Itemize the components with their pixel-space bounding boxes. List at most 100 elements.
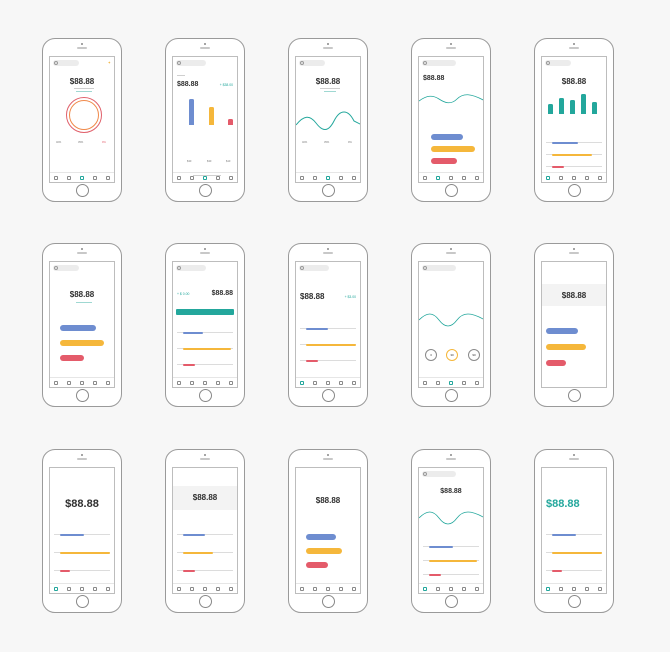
home-button[interactable] bbox=[444, 184, 458, 197]
profile-tab-icon[interactable] bbox=[474, 586, 479, 591]
home-button[interactable] bbox=[75, 389, 89, 402]
profile-tab-icon[interactable] bbox=[105, 586, 110, 591]
flag-tab-icon[interactable] bbox=[325, 380, 330, 385]
flag-tab-icon[interactable] bbox=[571, 586, 576, 591]
cards-tab-icon[interactable] bbox=[584, 586, 589, 591]
home-button[interactable] bbox=[198, 184, 212, 197]
account-switch-pill[interactable] bbox=[545, 60, 571, 66]
home-button[interactable] bbox=[198, 595, 212, 608]
flag-tab-icon[interactable] bbox=[448, 380, 453, 385]
cards-tab-icon[interactable] bbox=[338, 586, 343, 591]
stats-tab-icon[interactable] bbox=[436, 586, 441, 591]
option-circle-3[interactable]: 90 bbox=[468, 349, 480, 361]
category-chip-blue[interactable] bbox=[60, 325, 96, 331]
account-switch-pill[interactable] bbox=[53, 265, 79, 271]
stats-tab-icon[interactable] bbox=[559, 175, 564, 180]
stats-tab-icon[interactable] bbox=[190, 586, 195, 591]
profile-tab-icon[interactable] bbox=[105, 380, 110, 385]
flag-tab-icon[interactable] bbox=[448, 175, 453, 180]
flag-tab-icon[interactable] bbox=[79, 380, 84, 385]
stats-tab-icon[interactable] bbox=[67, 586, 72, 591]
home-tab-icon[interactable] bbox=[177, 586, 182, 591]
cards-tab-icon[interactable] bbox=[338, 380, 343, 385]
profile-tab-icon[interactable] bbox=[474, 380, 479, 385]
option-circle-2[interactable]: 30 bbox=[446, 349, 458, 361]
stats-tab-icon[interactable] bbox=[313, 175, 318, 180]
flag-tab-icon[interactable] bbox=[79, 586, 84, 591]
category-chip-yellow[interactable] bbox=[306, 548, 342, 554]
flag-tab-icon[interactable] bbox=[202, 175, 207, 180]
flag-tab-icon[interactable] bbox=[325, 175, 330, 180]
home-tab-icon[interactable] bbox=[546, 175, 551, 180]
cards-tab-icon[interactable] bbox=[92, 175, 97, 180]
cards-tab-icon[interactable] bbox=[215, 586, 220, 591]
home-button[interactable] bbox=[567, 389, 581, 402]
stats-tab-icon[interactable] bbox=[559, 586, 564, 591]
home-tab-icon[interactable] bbox=[177, 175, 182, 180]
category-chip-red[interactable] bbox=[60, 355, 84, 361]
home-button[interactable] bbox=[567, 184, 581, 197]
account-switch-pill[interactable] bbox=[422, 265, 456, 271]
home-tab-icon[interactable] bbox=[423, 380, 428, 385]
category-chip-blue[interactable] bbox=[306, 534, 336, 540]
stats-tab-icon[interactable] bbox=[190, 175, 195, 180]
home-button[interactable] bbox=[567, 595, 581, 608]
account-switch-pill[interactable] bbox=[176, 60, 206, 66]
home-button[interactable] bbox=[321, 389, 335, 402]
profile-tab-icon[interactable] bbox=[351, 380, 356, 385]
flag-tab-icon[interactable] bbox=[202, 586, 207, 591]
flag-tab-icon[interactable] bbox=[79, 175, 84, 180]
home-tab-icon[interactable] bbox=[300, 586, 305, 591]
flag-tab-icon[interactable] bbox=[202, 380, 207, 385]
home-tab-icon[interactable] bbox=[177, 380, 182, 385]
profile-tab-icon[interactable] bbox=[474, 175, 479, 180]
home-tab-icon[interactable] bbox=[300, 380, 305, 385]
home-tab-icon[interactable] bbox=[423, 175, 428, 180]
home-button[interactable] bbox=[198, 389, 212, 402]
profile-tab-icon[interactable] bbox=[597, 586, 602, 591]
category-chip-blue[interactable] bbox=[546, 328, 578, 334]
category-chip-red[interactable] bbox=[431, 158, 457, 164]
action-button[interactable] bbox=[176, 309, 234, 315]
account-switch-pill[interactable] bbox=[299, 265, 329, 271]
account-switch-pill[interactable] bbox=[422, 471, 456, 477]
home-tab-icon[interactable] bbox=[423, 586, 428, 591]
account-switch-pill[interactable] bbox=[176, 265, 206, 271]
stats-tab-icon[interactable] bbox=[190, 380, 195, 385]
cards-tab-icon[interactable] bbox=[92, 380, 97, 385]
home-tab-icon[interactable] bbox=[54, 175, 59, 180]
home-tab-icon[interactable] bbox=[546, 586, 551, 591]
cards-tab-icon[interactable] bbox=[338, 175, 343, 180]
account-switch-pill[interactable] bbox=[53, 60, 79, 66]
category-chip-yellow[interactable] bbox=[60, 340, 104, 346]
stats-tab-icon[interactable] bbox=[313, 586, 318, 591]
home-button[interactable] bbox=[75, 184, 89, 197]
cards-tab-icon[interactable] bbox=[92, 586, 97, 591]
stats-tab-icon[interactable] bbox=[436, 380, 441, 385]
cards-tab-icon[interactable] bbox=[215, 380, 220, 385]
home-tab-icon[interactable] bbox=[54, 380, 59, 385]
stats-tab-icon[interactable] bbox=[313, 380, 318, 385]
account-switch-pill[interactable] bbox=[299, 60, 325, 66]
stats-tab-icon[interactable] bbox=[436, 175, 441, 180]
home-button[interactable] bbox=[444, 389, 458, 402]
category-chip-blue[interactable] bbox=[431, 134, 463, 140]
profile-tab-icon[interactable] bbox=[228, 175, 233, 180]
cards-tab-icon[interactable] bbox=[461, 586, 466, 591]
option-circle-1[interactable]: 3 bbox=[425, 349, 437, 361]
home-tab-icon[interactable] bbox=[54, 586, 59, 591]
home-tab-icon[interactable] bbox=[300, 175, 305, 180]
home-button[interactable] bbox=[75, 595, 89, 608]
cards-tab-icon[interactable] bbox=[461, 175, 466, 180]
stats-tab-icon[interactable] bbox=[67, 380, 72, 385]
cards-tab-icon[interactable] bbox=[584, 175, 589, 180]
flag-tab-icon[interactable] bbox=[325, 586, 330, 591]
profile-tab-icon[interactable] bbox=[228, 380, 233, 385]
category-chip-red[interactable] bbox=[546, 360, 566, 366]
category-chip-yellow[interactable] bbox=[431, 146, 475, 152]
home-button[interactable] bbox=[321, 184, 335, 197]
category-chip-red[interactable] bbox=[306, 562, 328, 568]
flag-tab-icon[interactable] bbox=[571, 175, 576, 180]
profile-tab-icon[interactable] bbox=[351, 586, 356, 591]
profile-tab-icon[interactable] bbox=[228, 586, 233, 591]
